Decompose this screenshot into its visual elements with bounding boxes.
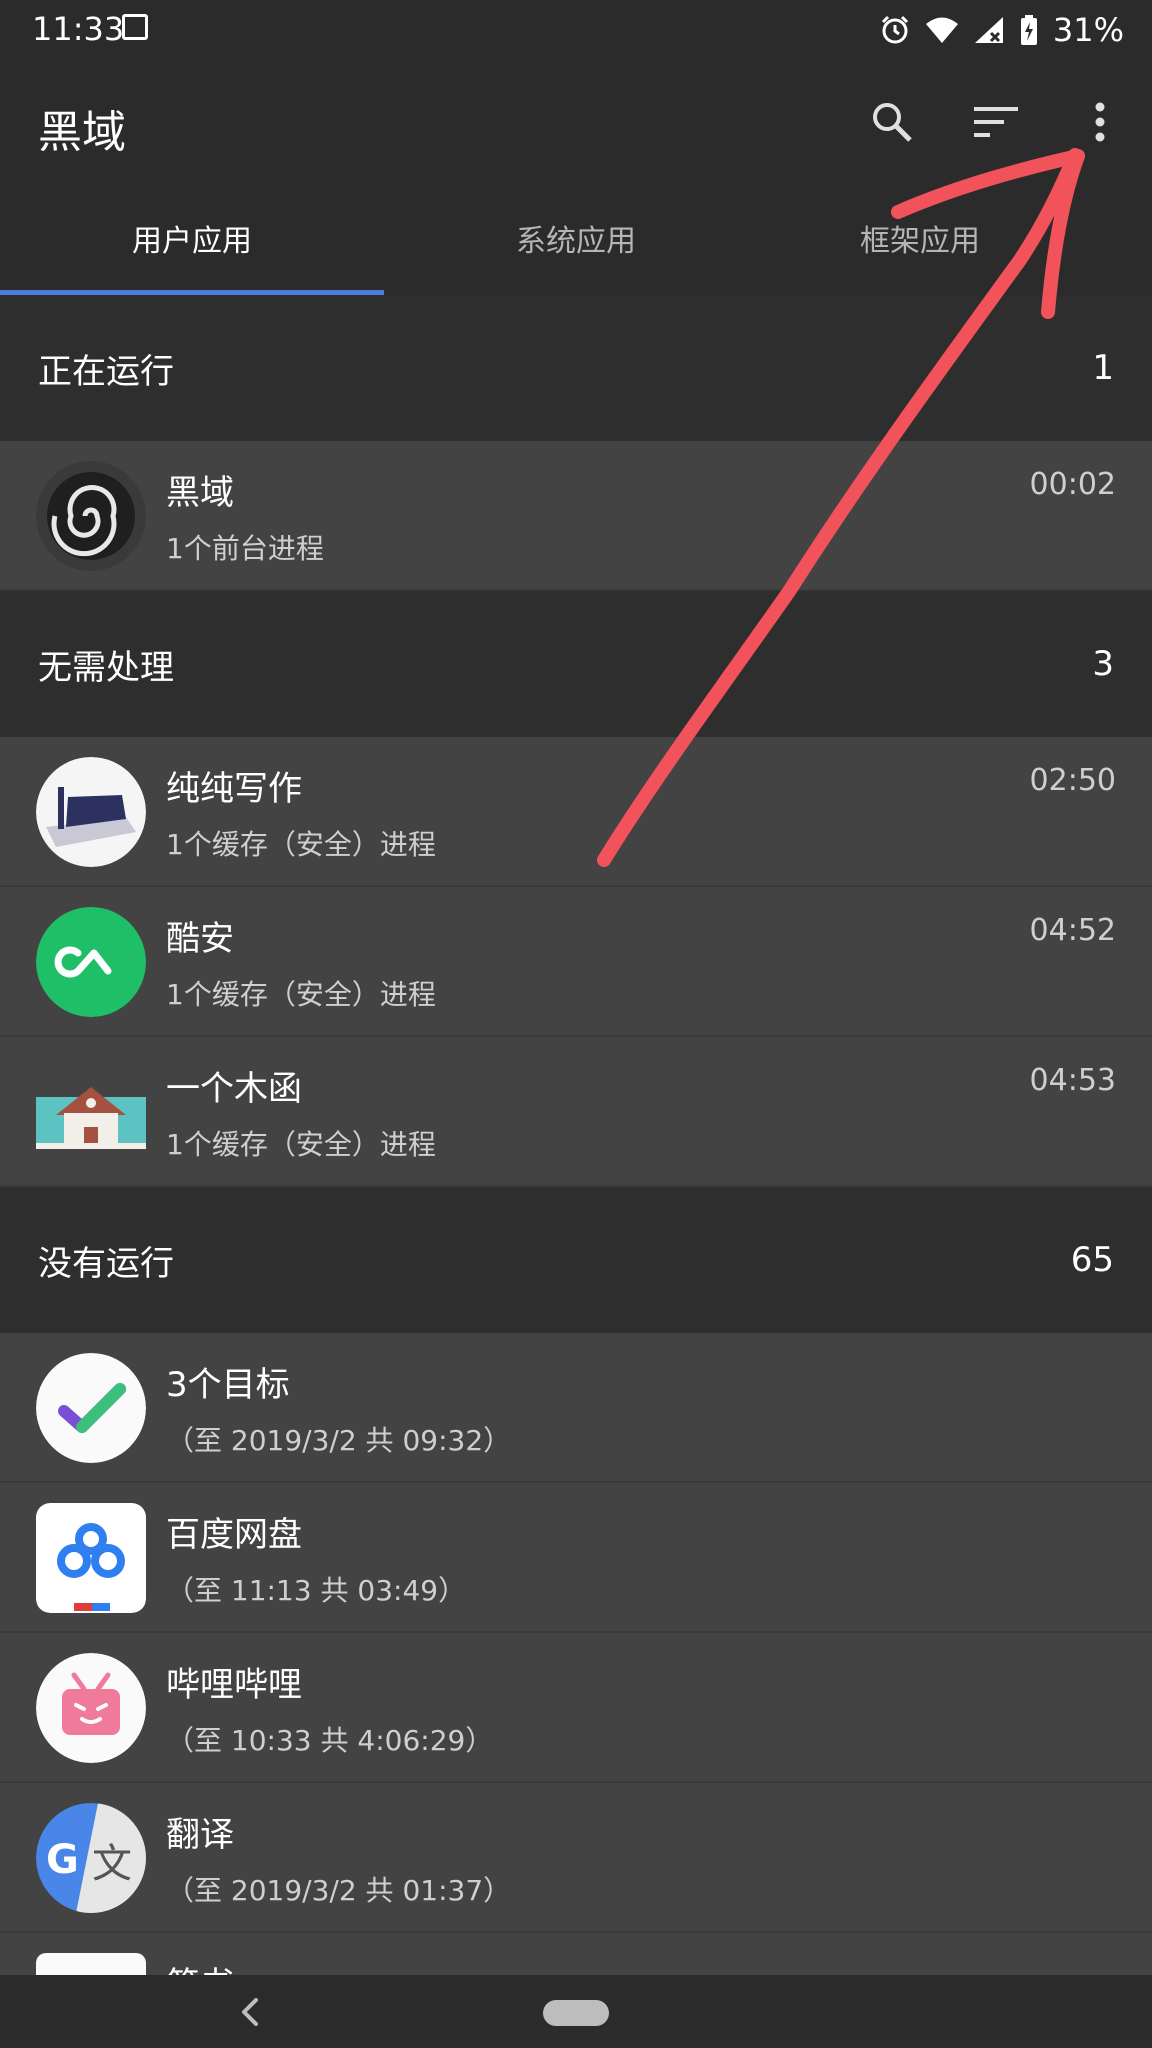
- svg-text:文: 文: [92, 1841, 132, 1887]
- sort-button[interactable]: [964, 90, 1028, 154]
- app-status: 1个缓存（安全）进程: [166, 978, 436, 1011]
- more-options-button[interactable]: [1068, 90, 1132, 154]
- list-item[interactable]: 百度网盘 （至 11:13 共 03:49）: [0, 1483, 1152, 1633]
- list-item[interactable]: 酷安 1个缓存（安全）进程 04:52: [0, 887, 1152, 1037]
- image-notification-icon: [122, 14, 148, 40]
- app-time: 02:50: [1029, 763, 1116, 798]
- status-icons: 31%: [879, 8, 1124, 52]
- list-item[interactable]: 一个木函 1个缓存（安全）进程 04:53: [0, 1037, 1152, 1187]
- tab-system-apps[interactable]: 系统应用: [384, 180, 768, 295]
- app-status: （至 11:13 共 03:49）: [166, 1574, 467, 1607]
- wifi-icon: [925, 17, 958, 43]
- app-name: 哔哩哔哩: [166, 1665, 302, 1705]
- navigation-bar: [0, 1976, 1152, 2048]
- app-icon-writing: [36, 757, 146, 867]
- app-status: （至 2019/3/2 共 01:37）: [166, 1874, 512, 1907]
- section-title: 无需处理: [38, 647, 174, 688]
- app-status: 1个缓存（安全）进程: [166, 828, 436, 861]
- app-icon-jianshu: [36, 1953, 146, 1975]
- page-title: 黑域: [38, 107, 126, 158]
- app-status: 1个缓存（安全）进程: [166, 1128, 436, 1161]
- app-name: 酷安: [166, 919, 234, 959]
- app-name: 百度网盘: [166, 1515, 302, 1555]
- app-icon-translate: G 文: [36, 1803, 146, 1913]
- tab-user-apps[interactable]: 用户应用: [0, 180, 384, 295]
- app-time: 00:02: [1029, 467, 1116, 502]
- app-time: 04:52: [1029, 913, 1116, 948]
- app-name: 简书: [166, 1957, 234, 1975]
- app-name: 3个目标: [166, 1365, 290, 1405]
- section-header-not-running: 没有运行 65: [0, 1187, 1152, 1333]
- list-item[interactable]: 3个目标 （至 2019/3/2 共 09:32）: [0, 1333, 1152, 1483]
- status-bar: 11:33 31%: [0, 0, 1152, 60]
- section-header-no-action: 无需处理 3: [0, 591, 1152, 737]
- search-button[interactable]: [860, 90, 924, 154]
- section-title: 正在运行: [38, 351, 174, 392]
- list-item[interactable]: 黑域 1个前台进程 00:02: [0, 441, 1152, 591]
- section-count: 3: [1092, 644, 1114, 684]
- app-status: 1个前台进程: [166, 532, 324, 565]
- app-name: 翻译: [166, 1815, 234, 1855]
- svg-text:G: G: [46, 1837, 79, 1883]
- app-icon-baidu-netdisk: [36, 1503, 146, 1613]
- app-icon-coolapk: [36, 907, 146, 1017]
- section-title: 没有运行: [38, 1243, 174, 1284]
- app-icon-bilibili: [36, 1653, 146, 1763]
- search-icon: [873, 103, 912, 142]
- list-item[interactable]: 纯纯写作 1个缓存（安全）进程 02:50: [0, 737, 1152, 887]
- tab-framework-apps[interactable]: 框架应用: [768, 180, 1152, 295]
- battery-charging-icon: [1020, 15, 1037, 45]
- tab-bar: 用户应用 系统应用 框架应用: [0, 180, 1152, 295]
- section-count: 1: [1092, 348, 1114, 388]
- app-name: 一个木函: [166, 1069, 302, 1109]
- list-item[interactable]: 哔哩哔哩 （至 10:33 共 4:06:29）: [0, 1633, 1152, 1783]
- list-item[interactable]: G 文 翻译 （至 2019/3/2 共 01:37）: [0, 1783, 1152, 1933]
- signal-icon: [974, 17, 1003, 43]
- app-name: 纯纯写作: [166, 769, 302, 809]
- list-item[interactable]: 简书: [0, 1933, 1152, 1975]
- section-count: 65: [1070, 1240, 1114, 1280]
- app-bar: 黑域: [0, 60, 1152, 180]
- status-time: 11:33: [32, 10, 125, 48]
- app-icon-heiyu: [36, 461, 146, 571]
- back-icon: [242, 1998, 258, 2026]
- more-vert-icon: [1095, 102, 1105, 142]
- app-name: 黑域: [166, 473, 234, 513]
- app-list[interactable]: 正在运行 1 黑域 1个前台进程 00:02 无需处理 3 纯纯写作 1个缓存（…: [0, 295, 1152, 1975]
- sort-icon: [974, 107, 1018, 137]
- back-button[interactable]: [228, 1990, 272, 2034]
- section-header-running: 正在运行 1: [0, 295, 1152, 441]
- app-time: 04:53: [1029, 1063, 1116, 1098]
- home-button[interactable]: [543, 2000, 609, 2026]
- app-status: （至 2019/3/2 共 09:32）: [166, 1424, 512, 1457]
- alarm-icon: [881, 15, 908, 44]
- app-icon-muhan: [36, 1057, 146, 1167]
- app-icon-3goals: [36, 1353, 146, 1463]
- app-status: （至 10:33 共 4:06:29）: [166, 1724, 494, 1757]
- battery-percent: 31%: [1052, 11, 1124, 49]
- app-bar-actions: [860, 90, 1132, 154]
